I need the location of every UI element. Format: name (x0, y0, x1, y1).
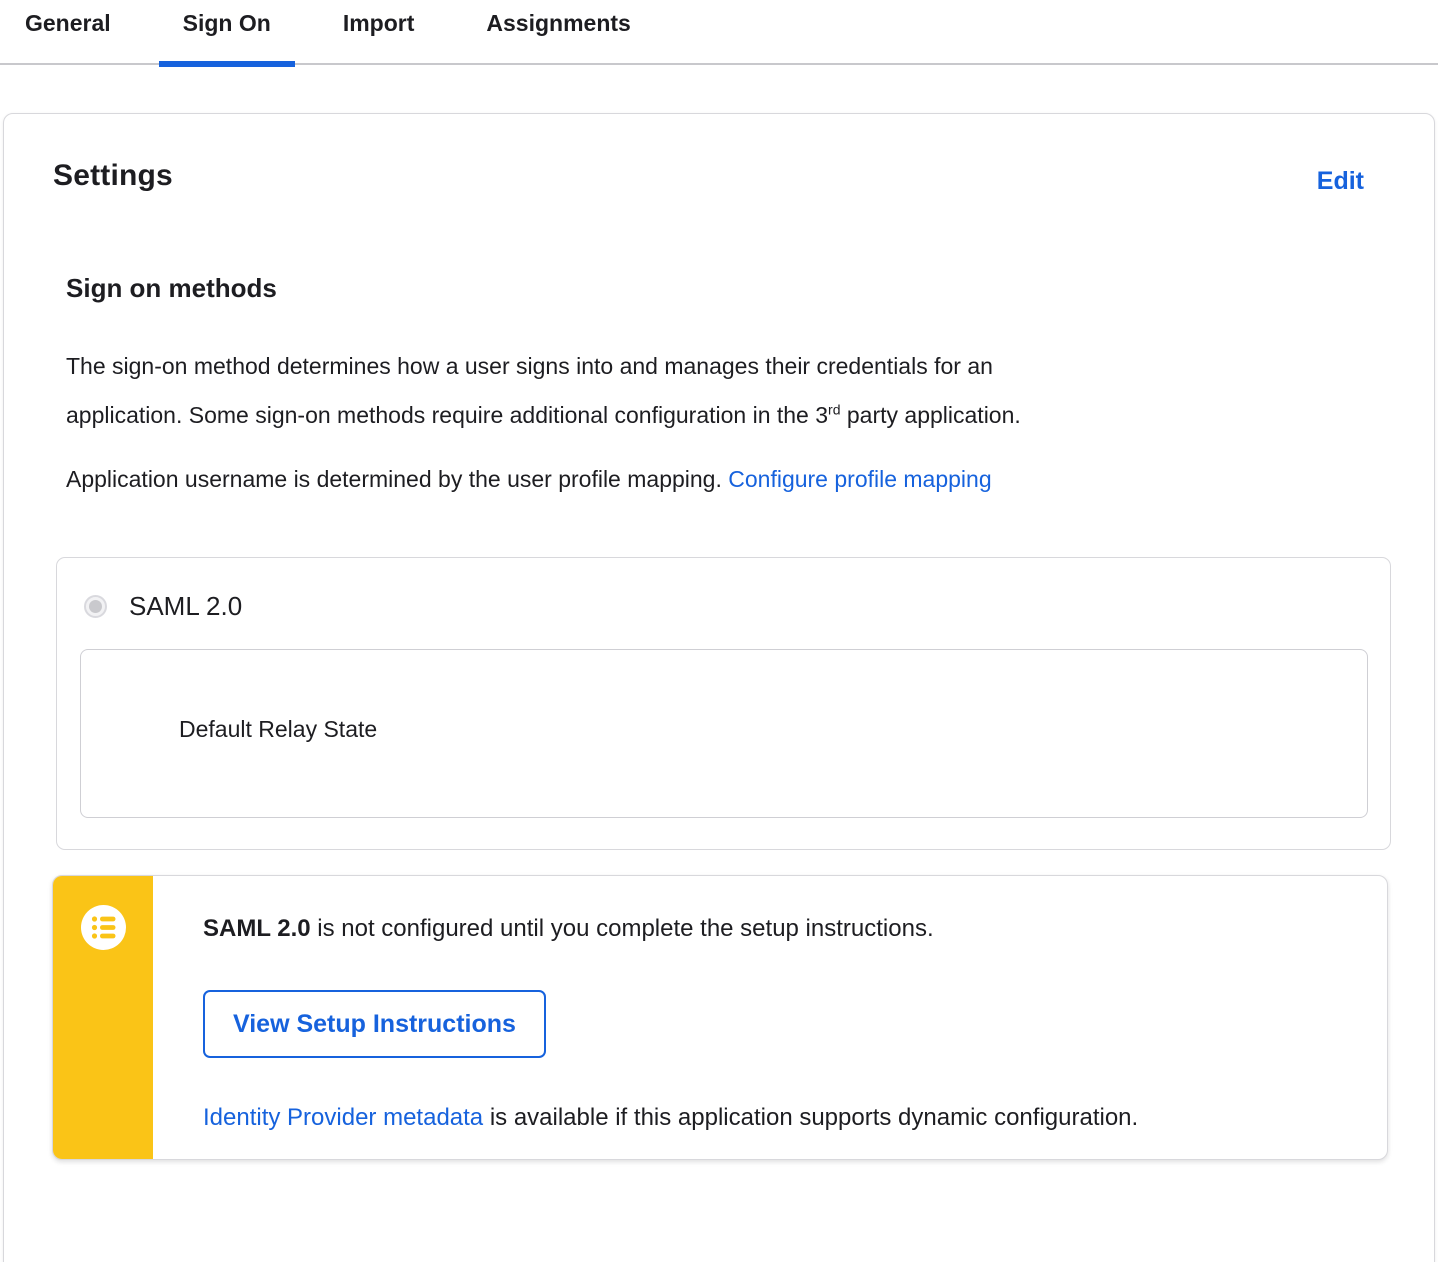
callout-message-rest: is not configured until you complete the… (310, 915, 934, 942)
callout-body: SAML 2.0 is not configured until you com… (153, 876, 1387, 1159)
sign-on-methods-heading: Sign on methods (66, 273, 277, 303)
saml-radio-label: SAML 2.0 (129, 591, 243, 621)
saml-method-box: SAML 2.0 Default Relay State (56, 557, 1391, 850)
saml-setup-callout: SAML 2.0 is not configured until you com… (52, 875, 1388, 1160)
saml-radio-button[interactable] (84, 595, 107, 618)
callout-message: SAML 2.0 is not configured until you com… (203, 912, 1347, 945)
view-setup-instructions-button[interactable]: View Setup Instructions (203, 990, 546, 1058)
tab-import[interactable]: Import (343, 0, 415, 65)
tab-sign-on[interactable]: Sign On (158, 0, 296, 67)
username-mapping-text: Application username is determined by th… (66, 466, 729, 492)
settings-card: Settings Edit Sign on methods The sign-o… (3, 113, 1435, 1262)
callout-warning-strip (53, 876, 153, 1159)
callout-message-strong: SAML 2.0 (203, 915, 311, 942)
identity-provider-metadata-link[interactable]: Identity Provider metadata (203, 1104, 483, 1131)
username-mapping-line: Application username is determined by th… (66, 462, 1374, 496)
description-superscript: rd (828, 401, 841, 418)
saml-radio-row: SAML 2.0 (57, 558, 1390, 622)
edit-link[interactable]: Edit (1317, 167, 1364, 196)
metadata-line-rest: is available if this application support… (483, 1104, 1139, 1131)
sign-on-description: The sign-on method determines how a user… (66, 342, 1374, 440)
app-tabbar: General Sign On Import Assignments (0, 0, 1438, 67)
description-line1: The sign-on method determines how a user… (66, 353, 993, 379)
description-line2-post: party application. (840, 402, 1021, 428)
description-line2: application. Some sign-on methods requir… (66, 391, 1374, 440)
default-relay-state-label: Default Relay State (179, 716, 378, 742)
tab-general[interactable]: General (25, 0, 111, 65)
description-line2-pre: application. Some sign-on methods requir… (66, 402, 829, 428)
configure-profile-mapping-link[interactable]: Configure profile mapping (728, 466, 991, 492)
settings-title: Settings (53, 159, 173, 192)
metadata-line: Identity Provider metadata is available … (203, 1101, 1347, 1134)
tab-assignments[interactable]: Assignments (486, 0, 630, 65)
setup-instructions-list-icon (80, 905, 126, 950)
saml-options-box: Default Relay State (80, 649, 1368, 818)
